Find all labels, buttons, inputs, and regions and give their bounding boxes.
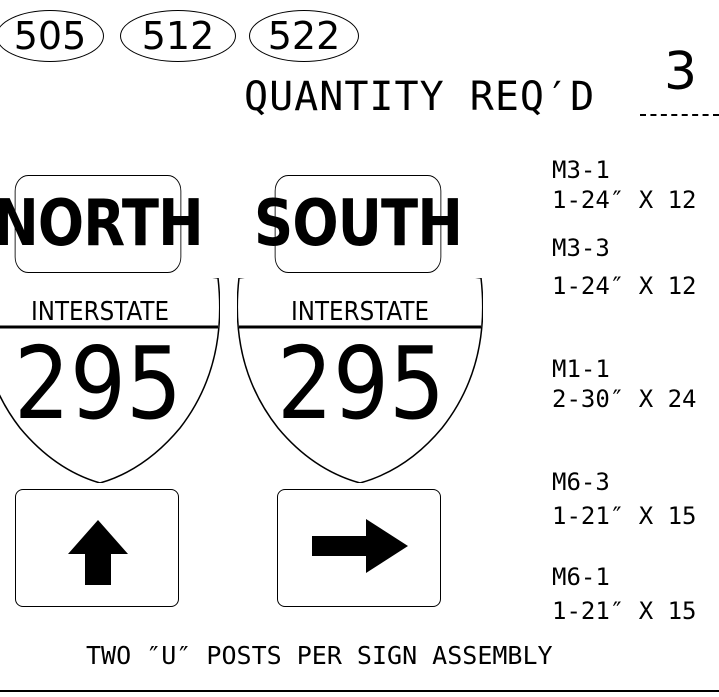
right-arrow-plate bbox=[277, 489, 441, 607]
sign-spec-m3-3: M3-3 1-24″ X 12 bbox=[552, 233, 697, 301]
sign-spec-m1-1: M1-1 2-30″ X 24 bbox=[552, 354, 697, 414]
posts-note: TWO ″U″ POSTS PER SIGN ASSEMBLY bbox=[86, 641, 553, 670]
interstate-shield-left: INTERSTATE 295 bbox=[0, 278, 220, 483]
sign-code: M6-3 bbox=[552, 468, 610, 496]
sign-spec-m6-3: M6-3 1-21″ X 15 bbox=[552, 467, 697, 531]
bottom-border-line bbox=[0, 690, 719, 692]
sign-size: 1-24″ X 12 bbox=[552, 186, 697, 214]
quantity-value: 3 bbox=[664, 42, 698, 102]
interstate-shield-right: INTERSTATE 295 bbox=[237, 278, 483, 483]
sign-size: 1-21″ X 15 bbox=[552, 597, 697, 625]
sheet-ref-oval: 512 bbox=[120, 10, 236, 62]
sign-code: M1-1 bbox=[552, 355, 610, 383]
sign-size: 1-21″ X 15 bbox=[552, 502, 697, 530]
sign-size: 2-30″ X 24 bbox=[552, 385, 697, 413]
sign-code: M3-3 bbox=[552, 234, 610, 262]
quantity-label: QUANTITY REQ′D bbox=[244, 74, 596, 120]
right-arrow-icon bbox=[312, 519, 408, 573]
sheet-ref-oval: 505 bbox=[0, 10, 104, 62]
shield-route-number: 295 bbox=[14, 325, 182, 442]
up-arrow-icon bbox=[68, 520, 128, 585]
sheet-ref-oval: 522 bbox=[249, 10, 359, 62]
shield-route-number: 295 bbox=[277, 325, 445, 442]
sign-code: M3-1 bbox=[552, 156, 610, 184]
sign-code: M6-1 bbox=[552, 563, 610, 591]
shield-top-text: INTERSTATE bbox=[291, 297, 429, 327]
south-direction-plate: SOUTH bbox=[254, 175, 463, 273]
north-direction-plate: NORTH bbox=[0, 175, 204, 273]
quantity-underline bbox=[640, 114, 719, 116]
up-arrow-plate bbox=[15, 489, 179, 607]
shield-top-text: INTERSTATE bbox=[31, 297, 169, 327]
sign-spec-m3-1: M3-1 1-24″ X 12 bbox=[552, 155, 697, 215]
sign-spec-m6-1: M6-1 1-21″ X 15 bbox=[552, 562, 697, 626]
sign-size: 1-24″ X 12 bbox=[552, 272, 697, 300]
